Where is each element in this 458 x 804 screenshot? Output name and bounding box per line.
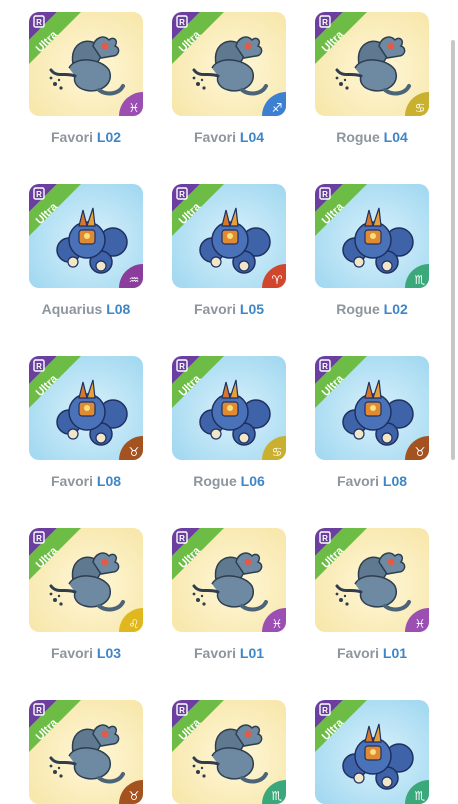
monster-card[interactable]: Ultra R ♌: [29, 528, 143, 632]
card-art: Ultra R ♉: [29, 700, 143, 804]
monster-level: L01: [382, 645, 408, 661]
monster-card[interactable]: Ultra R ♉: [29, 356, 143, 460]
card-caption: Favori L01: [297, 645, 447, 661]
card-caption: Favori L05: [154, 301, 304, 317]
card-art: Ultra R ♏: [315, 184, 429, 288]
monster-card[interactable]: Ultra R ♋: [315, 12, 429, 116]
scorpio-icon: ♏: [415, 789, 426, 803]
monster-card[interactable]: Ultra R ♓: [29, 12, 143, 116]
monster-card[interactable]: Ultra R ♓: [315, 528, 429, 632]
rarity-badge-label: R: [322, 706, 328, 715]
monster-card[interactable]: Ultra R ♒: [29, 184, 143, 288]
monster-level: L02: [383, 301, 408, 317]
card-caption: Favori L01: [154, 645, 304, 661]
monster-name: Favori: [193, 645, 240, 661]
pisces-icon: ♓: [415, 617, 426, 631]
rarity-badge-label: R: [179, 534, 185, 543]
card-art: Ultra R ♉: [29, 356, 143, 460]
monster-name: Rogue: [336, 301, 384, 317]
card-art: Ultra R ♋: [172, 356, 286, 460]
monster-name: Favori: [50, 645, 97, 661]
rarity-badge-label: R: [36, 362, 42, 371]
aries-icon: ♈: [272, 273, 283, 287]
card-caption: Rogue L02: [297, 301, 447, 317]
monster-card[interactable]: Ultra R ♐: [172, 12, 286, 116]
card-art: Ultra R ♌: [29, 528, 143, 632]
taurus-icon: ♉: [129, 789, 140, 803]
monster-level: L05: [239, 301, 265, 317]
rarity-badge-label: R: [36, 18, 42, 27]
monster-name: Aquarius: [41, 301, 107, 317]
card-caption: Aquarius L08: [11, 301, 161, 317]
monster-card[interactable]: Ultra R ♉: [29, 700, 143, 804]
rarity-badge-label: R: [179, 18, 185, 27]
card-art: Ultra R ♏: [172, 700, 286, 804]
rarity-badge-label: R: [36, 706, 42, 715]
card-caption: Rogue L04: [297, 129, 447, 145]
monster-level: L08: [96, 473, 122, 489]
rarity-badge-label: R: [36, 534, 42, 543]
monster-card[interactable]: Ultra R ♋: [172, 356, 286, 460]
scorpio-icon: ♏: [415, 273, 426, 287]
monster-name: Favori: [336, 645, 383, 661]
monster-level: L04: [239, 129, 265, 145]
sagittarius-icon: ♐: [272, 101, 283, 115]
monster-name: Favori: [50, 129, 97, 145]
card-caption: Favori L08: [11, 473, 161, 489]
rarity-badge-label: R: [36, 190, 42, 199]
monster-name: Favori: [193, 301, 240, 317]
monster-level: L08: [106, 301, 131, 317]
monster-level: L03: [96, 645, 122, 661]
pisces-icon: ♓: [129, 101, 140, 115]
rarity-badge-label: R: [179, 706, 185, 715]
card-caption: Favori L08: [297, 473, 447, 489]
cancer-icon: ♋: [415, 101, 426, 115]
monster-name: Favori: [336, 473, 383, 489]
card-art: Ultra R ♉: [315, 356, 429, 460]
scorpio-icon: ♏: [272, 789, 283, 803]
card-caption: Favori L02: [11, 129, 161, 145]
rarity-badge-label: R: [322, 18, 328, 27]
monster-level: L04: [383, 129, 408, 145]
rarity-badge-label: R: [322, 190, 328, 199]
monster-card[interactable]: Ultra R ♉: [315, 356, 429, 460]
card-caption: Favori L03: [11, 645, 161, 661]
monster-card[interactable]: Ultra R ♈: [172, 184, 286, 288]
monster-name: Rogue: [193, 473, 241, 489]
monster-level: L08: [382, 473, 408, 489]
monster-card[interactable]: Ultra R ♏: [315, 184, 429, 288]
card-art: Ultra R ♓: [315, 528, 429, 632]
pisces-icon: ♓: [272, 617, 283, 631]
rarity-badge-label: R: [322, 534, 328, 543]
monster-level: L06: [240, 473, 265, 489]
rarity-badge-label: R: [179, 362, 185, 371]
card-art: Ultra R ♓: [172, 528, 286, 632]
rarity-badge-label: R: [322, 362, 328, 371]
taurus-icon: ♉: [129, 445, 140, 459]
card-art: Ultra R ♈: [172, 184, 286, 288]
card-art: Ultra R ♏: [315, 700, 429, 804]
card-caption: Rogue L06: [154, 473, 304, 489]
monster-name: Rogue: [336, 129, 384, 145]
monster-level: L01: [239, 645, 265, 661]
card-art: Ultra R ♐: [172, 12, 286, 116]
card-art: Ultra R ♓: [29, 12, 143, 116]
card-art: Ultra R ♒: [29, 184, 143, 288]
card-caption: Favori L04: [154, 129, 304, 145]
monster-level: L02: [96, 129, 122, 145]
rarity-badge-label: R: [179, 190, 185, 199]
aquarius-icon: ♒: [129, 273, 140, 287]
scrollbar[interactable]: [451, 40, 455, 460]
cancer-icon: ♋: [272, 445, 283, 459]
leo-icon: ♌: [129, 617, 140, 631]
taurus-icon: ♉: [415, 445, 426, 459]
monster-name: Favori: [50, 473, 97, 489]
monster-name: Favori: [193, 129, 240, 145]
card-art: Ultra R ♋: [315, 12, 429, 116]
monster-card[interactable]: Ultra R ♓: [172, 528, 286, 632]
monster-card[interactable]: Ultra R ♏: [172, 700, 286, 804]
monster-card[interactable]: Ultra R ♏: [315, 700, 429, 804]
